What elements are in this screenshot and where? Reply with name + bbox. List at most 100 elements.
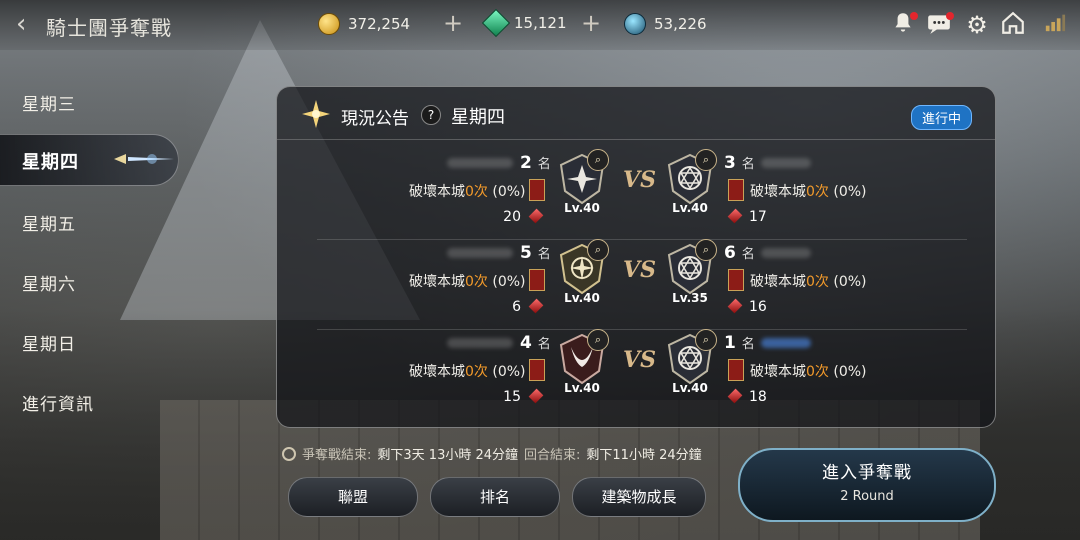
vs-label: VS [623,167,656,193]
guild-name-hidden [761,248,811,258]
add-gold-button[interactable]: + [442,11,464,35]
add-gem-button[interactable]: + [580,11,602,35]
inspect-button[interactable]: ⌕ [695,149,717,171]
inspect-button[interactable]: ⌕ [695,239,717,261]
ruby-icon [727,388,743,404]
inspect-button[interactable]: ⌕ [587,329,609,351]
left-score: 6 [512,299,521,315]
destroy-label: 破壞本城 [409,274,465,290]
inspect-button[interactable]: ⌕ [587,239,609,261]
match-row: 4 名 破壞本城0次 (0%) 15 ⌕ Lv.40 VS ⌕ Lv.40 1 … [277,329,995,421]
banner-icon [728,269,744,291]
destroy-count: 0次 [806,364,829,380]
inspect-button[interactable]: ⌕ [695,329,717,351]
notification-dot [910,12,918,20]
destroy-percent: (0%) [833,274,867,290]
gold-amount: 372,254 [348,15,411,33]
ruby-icon [528,388,544,404]
left-rank: 2 名 [520,153,551,173]
magnifier-icon: ⌕ [702,333,710,346]
rank-number: 5 [520,243,532,263]
destroy-label: 破壞本城 [750,274,806,290]
right-score: 17 [749,209,767,225]
signal-indicator [1040,10,1070,40]
ruby-icon [528,298,544,314]
destroy-count: 0次 [465,364,488,380]
guild-name-hidden [761,158,811,168]
left-rank: 4 名 [520,333,551,353]
help-button[interactable]: ? [421,105,441,125]
banner-icon [529,179,545,201]
magnifier-icon: ⌕ [702,243,710,256]
right-level: Lv.40 [672,381,708,395]
green-gem-icon [481,8,511,38]
banner-icon [728,179,744,201]
sword-icon [114,154,174,164]
left-level: Lv.40 [564,291,600,305]
ruby-icon [727,208,743,224]
right-level: Lv.35 [672,291,708,305]
enter-battle-button[interactable]: 進入爭奪戰 2 Round [738,448,996,522]
clock-icon [282,446,296,461]
right-rank: 3 名 [724,153,755,173]
left-score: 20 [503,209,521,225]
vs-label: VS [623,347,656,373]
gem-amount: 15,121 [514,14,567,32]
rank-suffix: 名 [741,247,755,262]
back-button[interactable]: ‹ [16,10,44,38]
destroy-percent: (0%) [492,364,526,380]
notification-dot [946,12,954,20]
timer-info: 爭奪戰結束: 剩下3天 13小時 24分鐘 回合結束: 剩下11小時 24分鐘 [282,444,702,463]
home-button[interactable] [998,10,1028,40]
chevron-left-icon: ‹ [16,9,27,39]
page-title: 騎士團爭奪戰 [46,16,172,40]
day-item-sun[interactable]: 星期日 [22,330,76,355]
settings-button[interactable]: ⚙ [962,10,992,40]
left-destroy-stat: 破壞本城0次 (0%) [409,361,526,381]
chat-button[interactable] [924,10,954,40]
day-item-thu-active[interactable]: 星期四 [0,134,179,186]
destroy-count: 0次 [465,274,488,290]
destroy-label: 破壞本城 [750,364,806,380]
day-item-progress-info[interactable]: 進行資訊 [22,390,94,415]
day-label: 星期四 [22,152,79,173]
destroy-percent: (0%) [833,184,867,200]
destroy-percent: (0%) [492,274,526,290]
alliance-button[interactable]: 聯盟 [288,477,418,517]
right-rank: 6 名 [724,243,755,263]
rank-number: 4 [520,333,532,353]
banner-icon [728,359,744,381]
enter-battle-label: 進入爭奪戰 [822,463,912,483]
right-score: 18 [749,389,767,405]
bell-button[interactable] [888,10,918,40]
day-item-fri[interactable]: 星期五 [22,210,76,235]
gold-coin-icon [318,13,340,35]
left-destroy-stat: 破壞本城0次 (0%) [409,271,526,291]
left-rank: 5 名 [520,243,551,263]
status-badge: 進行中 [911,105,973,130]
destroy-label: 破壞本城 [409,184,465,200]
ranking-button[interactable]: 排名 [430,477,560,517]
day-item-wed[interactable]: 星期三 [22,90,76,115]
right-destroy-stat: 破壞本城0次 (0%) [750,181,867,201]
rank-number: 1 [724,333,736,353]
divider [317,329,967,330]
destroy-count: 0次 [806,184,829,200]
banner-icon [529,359,545,381]
day-item-sat[interactable]: 星期六 [22,270,76,295]
rank-number: 3 [724,153,736,173]
left-destroy-stat: 破壞本城0次 (0%) [409,181,526,201]
left-score: 15 [503,389,521,405]
banner-icon [529,269,545,291]
status-panel: 現況公告 ? 星期四 進行中 2 名 破壞本城0次 (0%) 20 ⌕ Lv.4… [276,86,996,428]
vs-label: VS [623,257,656,283]
round-end-value: 剩下11小時 24分鐘 [586,448,702,463]
inspect-button[interactable]: ⌕ [587,149,609,171]
gem-resource: 15,121 [481,8,567,38]
war-end-value: 剩下3天 13小時 24分鐘 [377,448,519,463]
rank-suffix: 名 [537,337,551,352]
panel-day-title: 星期四 [451,107,505,128]
right-score: 16 [749,299,767,315]
building-growth-button[interactable]: 建築物成長 [572,477,706,517]
round-label: 2 Round [840,489,894,504]
